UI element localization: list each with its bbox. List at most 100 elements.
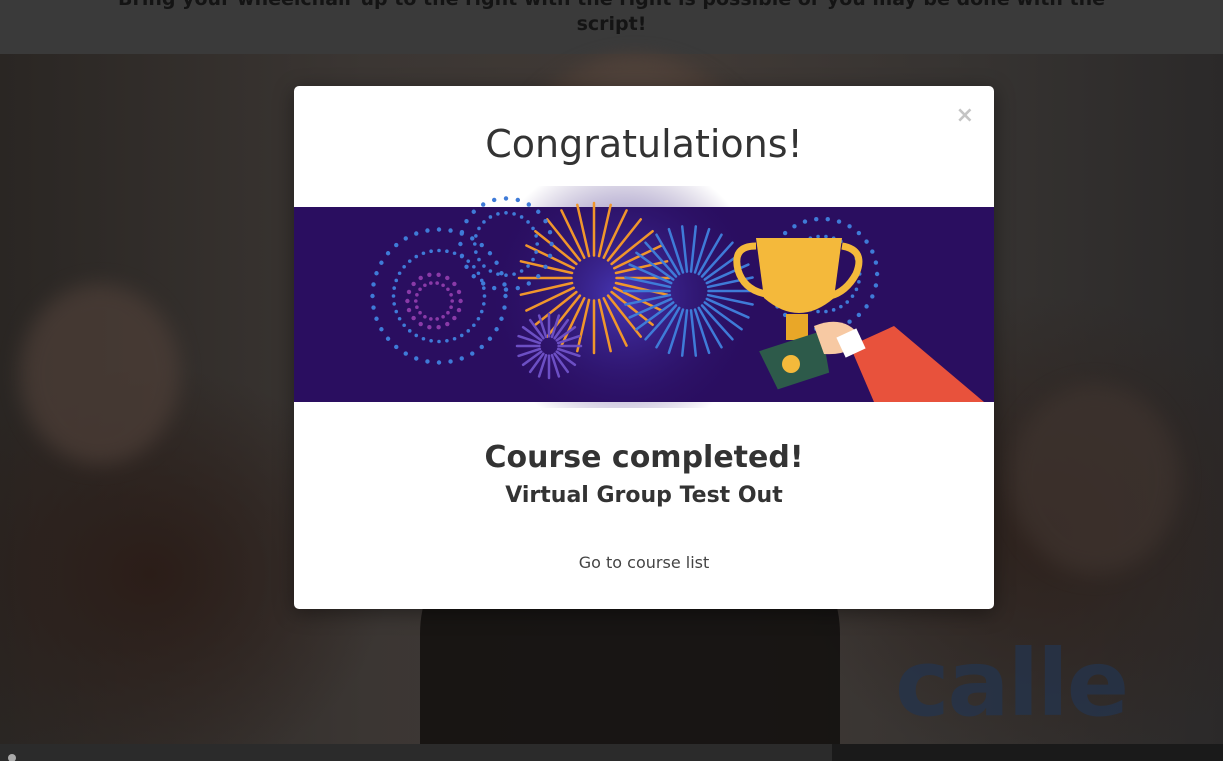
firework-spark <box>479 242 484 248</box>
firework-spark <box>481 281 486 286</box>
firework-spark <box>519 269 524 273</box>
firework-spark <box>415 292 419 297</box>
firework-spark <box>491 197 497 203</box>
firework-spark <box>446 310 450 315</box>
firework-spark <box>471 209 476 214</box>
firework-spark <box>482 302 486 306</box>
firework-spark <box>414 333 419 338</box>
firework-spark <box>856 230 862 236</box>
firework-spark <box>543 264 548 269</box>
firework-spark <box>515 197 521 203</box>
firework-spark <box>477 226 481 231</box>
firework-spark <box>379 260 384 265</box>
firework-spark <box>470 236 475 241</box>
firework-spark <box>414 254 419 259</box>
firework-spark <box>543 219 548 224</box>
firework-spark <box>464 219 469 224</box>
firework-spark <box>449 292 453 297</box>
firework-spark <box>476 316 481 321</box>
caption-banner: Bring your wheelchair up to the right wi… <box>0 0 1223 54</box>
firework-spark <box>531 226 535 231</box>
firework-spark <box>816 234 820 239</box>
go-to-course-list-label[interactable]: Go to course list <box>579 553 710 572</box>
firework-spark <box>496 212 500 216</box>
firework-spark <box>418 310 422 315</box>
firework-spark <box>374 316 379 321</box>
firework-spark <box>487 336 493 341</box>
firework-spark <box>503 293 508 299</box>
firework-spark <box>411 281 416 287</box>
firework-spark <box>456 307 462 313</box>
firework-spark <box>418 287 422 292</box>
firework-spark <box>464 264 469 269</box>
firework-spark <box>814 217 819 222</box>
firework-spark <box>482 286 486 290</box>
firework-spark <box>436 272 441 278</box>
firework-spark <box>379 327 384 332</box>
firework-spark <box>491 285 497 291</box>
firework-spark <box>534 250 538 254</box>
firework-spark <box>397 271 402 276</box>
firework-spark <box>825 217 830 222</box>
firework-spark <box>519 215 524 219</box>
firework-spark <box>836 219 842 224</box>
firework-spark <box>504 273 508 277</box>
firework-spark <box>425 228 430 233</box>
firework-spark <box>406 307 412 313</box>
firework-spark <box>472 323 476 328</box>
firework-spark <box>392 286 396 290</box>
firework-spark <box>802 219 808 224</box>
firework-spark <box>429 339 433 343</box>
firework-spark <box>515 285 521 291</box>
firework-spark <box>414 356 419 361</box>
firework-spark <box>854 287 859 292</box>
firework-spark <box>474 234 478 238</box>
firework-spark <box>847 224 852 229</box>
firework-spark <box>792 224 797 229</box>
go-to-course-list-link[interactable]: Go to course list <box>294 553 994 572</box>
firework-spark <box>874 271 880 277</box>
firework-spark <box>403 236 408 241</box>
firework-spark <box>435 281 439 285</box>
firework-spark <box>414 299 418 303</box>
firework-spark <box>504 211 508 215</box>
firework-spark <box>472 264 476 269</box>
firework-spark <box>856 312 862 318</box>
firework-spark <box>374 271 379 276</box>
firework-spark <box>494 327 499 332</box>
firework-spark <box>371 305 376 310</box>
firework-spark <box>394 309 399 314</box>
firework-spark <box>824 234 828 239</box>
video-watermark: calle <box>895 630 1129 737</box>
firework-spark <box>526 281 531 286</box>
firework-spark <box>448 359 453 364</box>
firework-spark <box>414 231 419 236</box>
player-progress-bar[interactable] <box>0 744 1223 761</box>
firework-spark <box>459 253 465 259</box>
firework-spark <box>512 212 516 216</box>
firework-spark <box>482 220 486 224</box>
firework-spark <box>445 321 450 327</box>
completion-dialog: × Congratulations! Course completed! Vir… <box>294 86 994 609</box>
firework-spark <box>418 275 423 281</box>
firework-spark <box>415 305 419 310</box>
firework-spark <box>526 264 530 268</box>
firework-spark <box>534 234 538 238</box>
firework-spark <box>459 333 464 338</box>
firework-spark <box>458 241 463 247</box>
firework-spark <box>499 271 504 276</box>
firework-spark <box>547 229 553 235</box>
firework-spark <box>437 339 441 344</box>
firework-spark <box>452 336 457 341</box>
firework-spark <box>459 356 464 361</box>
firework-spark <box>864 239 869 244</box>
firework-spark <box>782 230 788 236</box>
course-name: Virtual Group Test Out <box>505 483 783 508</box>
video-person-right-hand <box>1010 384 1180 574</box>
firework-spark <box>482 294 487 298</box>
firework-spark <box>437 248 441 253</box>
firework-spark <box>870 249 875 254</box>
firework-spark <box>503 287 509 292</box>
firework-spark <box>394 344 399 350</box>
firework-spark <box>446 287 450 292</box>
